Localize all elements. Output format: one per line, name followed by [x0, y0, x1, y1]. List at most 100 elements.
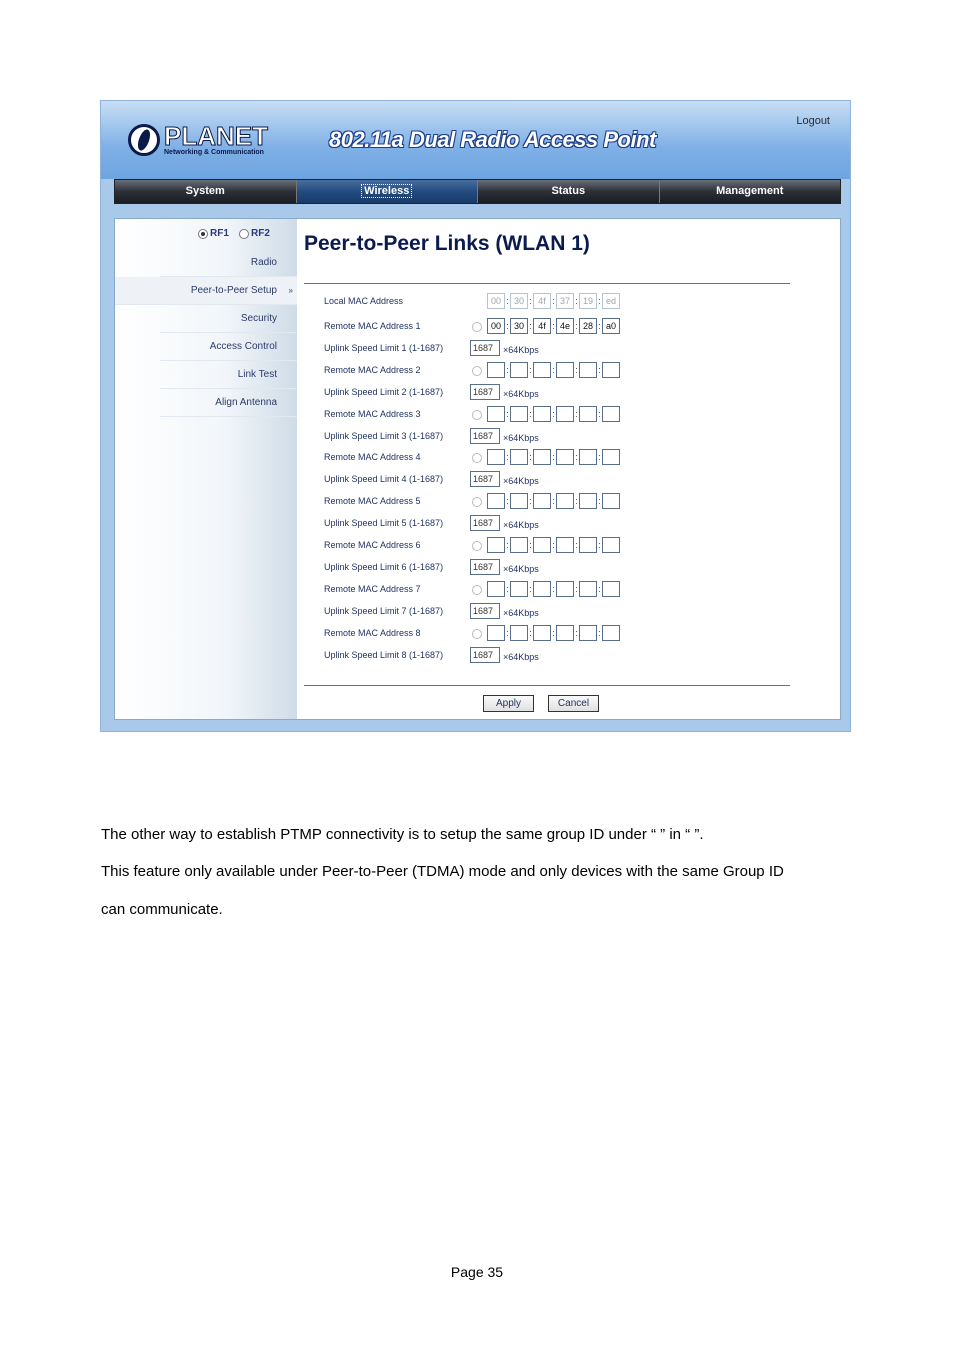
tab-management[interactable]: Management [660, 180, 841, 203]
remote-mac-1-octet-2[interactable]: 30 [510, 318, 528, 334]
cancel-button[interactable]: Cancel [548, 695, 599, 712]
sidebar-item-security[interactable]: Security [160, 305, 297, 333]
remote-mac-1-octet-6[interactable]: a0 [602, 318, 620, 334]
tab-system[interactable]: System [115, 180, 297, 203]
remote-mac-1-octet-5[interactable]: 28 [579, 318, 597, 334]
rf2-radio[interactable] [239, 228, 249, 239]
remote-mac-2-octet-4[interactable] [556, 362, 574, 378]
remote-mac-radio-7[interactable] [472, 585, 482, 595]
uplink-speed-input-4[interactable]: 1687 [470, 471, 500, 487]
paragraph-line-3: can communicate. [101, 901, 223, 918]
remote-mac-4-octet-2[interactable] [510, 449, 528, 465]
remote-mac-6-octet-2[interactable] [510, 537, 528, 553]
uplink-speed-input-2[interactable]: 1687 [470, 384, 500, 400]
remote-mac-1-octet-1[interactable]: 00 [487, 318, 505, 334]
local-mac-label: Local MAC Address [324, 296, 404, 306]
remote-mac-4-octet-4[interactable] [556, 449, 574, 465]
remote-mac-2-octet-6[interactable] [602, 362, 620, 378]
remote-mac-8-octet-3[interactable] [533, 625, 551, 641]
remote-mac-1-octet-3[interactable]: 4f [533, 318, 551, 334]
remote-mac-field-4: ::::: [487, 449, 620, 465]
logout-link[interactable]: Logout [796, 115, 830, 127]
remote-mac-3-octet-2[interactable] [510, 406, 528, 422]
uplink-speed-input-6[interactable]: 1687 [470, 559, 500, 575]
planet-logo-icon [128, 124, 160, 156]
remote-mac-6-octet-5[interactable] [579, 537, 597, 553]
remote-mac-5-octet-2[interactable] [510, 493, 528, 509]
remote-mac-5-octet-3[interactable] [533, 493, 551, 509]
remote-mac-3-octet-5[interactable] [579, 406, 597, 422]
uplink-speed-input-7[interactable]: 1687 [470, 603, 500, 619]
remote-mac-3-octet-6[interactable] [602, 406, 620, 422]
remote-mac-5-octet-6[interactable] [602, 493, 620, 509]
remote-mac-5-octet-1[interactable] [487, 493, 505, 509]
rf1-radio[interactable] [198, 228, 208, 239]
remote-mac-5-octet-4[interactable] [556, 493, 574, 509]
remote-mac-1-octet-4[interactable]: 4e [556, 318, 574, 334]
logo-subtitle: Networking & Communication [164, 149, 264, 156]
remote-mac-radio-5[interactable] [472, 497, 482, 507]
remote-mac-6-octet-4[interactable] [556, 537, 574, 553]
rf2-option[interactable]: RF2 [239, 228, 270, 239]
remote-mac-radio-2[interactable] [472, 366, 482, 376]
remote-mac-radio-1[interactable] [472, 322, 482, 332]
remote-mac-7-octet-4[interactable] [556, 581, 574, 597]
remote-mac-3-octet-1[interactable] [487, 406, 505, 422]
remote-mac-2-octet-3[interactable] [533, 362, 551, 378]
remote-mac-4-octet-3[interactable] [533, 449, 551, 465]
remote-mac-7-octet-2[interactable] [510, 581, 528, 597]
rf1-option[interactable]: RF1 [198, 228, 229, 239]
remote-mac-label-7: Remote MAC Address 7 [324, 584, 421, 594]
remote-mac-field-5: ::::: [487, 493, 620, 509]
sidebar: RF1 RF2 Radio Peer-to-Peer Setup» Securi… [115, 219, 297, 719]
remote-mac-7-octet-3[interactable] [533, 581, 551, 597]
remote-mac-3-octet-4[interactable] [556, 406, 574, 422]
remote-mac-4-octet-1[interactable] [487, 449, 505, 465]
remote-mac-3-octet-3[interactable] [533, 406, 551, 422]
sidebar-item-radio[interactable]: Radio [160, 249, 297, 277]
remote-mac-8-octet-4[interactable] [556, 625, 574, 641]
remote-mac-5-octet-5[interactable] [579, 493, 597, 509]
sidebar-item-peer-to-peer-setup[interactable]: Peer-to-Peer Setup» [115, 277, 297, 305]
remote-mac-2-octet-5[interactable] [579, 362, 597, 378]
remote-mac-2-octet-2[interactable] [510, 362, 528, 378]
uplink-speed-label-7: Uplink Speed Limit 7 (1-1687) [324, 606, 444, 616]
remote-mac-8-octet-6[interactable] [602, 625, 620, 641]
remote-mac-6-octet-3[interactable] [533, 537, 551, 553]
logo-word: PLANET [164, 121, 269, 151]
remote-mac-label-6: Remote MAC Address 6 [324, 540, 421, 550]
sidebar-item-link-test[interactable]: Link Test [160, 361, 297, 389]
sidebar-item-align-antenna[interactable]: Align Antenna [160, 389, 297, 417]
remote-mac-8-octet-1[interactable] [487, 625, 505, 641]
tab-status[interactable]: Status [478, 180, 660, 203]
remote-mac-7-octet-1[interactable] [487, 581, 505, 597]
apply-button[interactable]: Apply [483, 695, 534, 712]
remote-mac-radio-6[interactable] [472, 541, 482, 551]
remote-mac-field-2: ::::: [487, 362, 620, 378]
remote-mac-radio-4[interactable] [472, 453, 482, 463]
local-mac-octet-4: 37 [556, 293, 574, 309]
uplink-speed-input-5[interactable]: 1687 [470, 515, 500, 531]
remote-mac-radio-3[interactable] [472, 410, 482, 420]
uplink-speed-input-3[interactable]: 1687 [470, 428, 500, 444]
tab-wireless[interactable]: Wireless [296, 180, 478, 203]
remote-mac-7-octet-5[interactable] [579, 581, 597, 597]
uplink-speed-input-8[interactable]: 1687 [470, 647, 500, 663]
sidebar-item-access-control[interactable]: Access Control [160, 333, 297, 361]
speed-unit-label: ×64Kbps [503, 608, 539, 618]
remote-mac-6-octet-6[interactable] [602, 537, 620, 553]
remote-mac-8-octet-5[interactable] [579, 625, 597, 641]
speed-unit-label: ×64Kbps [503, 520, 539, 530]
remote-mac-4-octet-5[interactable] [579, 449, 597, 465]
product-title: 802.11a Dual Radio Access Point [329, 127, 656, 152]
remote-mac-label-2: Remote MAC Address 2 [324, 365, 421, 375]
uplink-speed-label-6: Uplink Speed Limit 6 (1-1687) [324, 562, 444, 572]
remote-mac-6-octet-1[interactable] [487, 537, 505, 553]
remote-mac-4-octet-6[interactable] [602, 449, 620, 465]
remote-mac-2-octet-1[interactable] [487, 362, 505, 378]
remote-mac-8-octet-2[interactable] [510, 625, 528, 641]
divider-top [304, 283, 790, 284]
remote-mac-radio-8[interactable] [472, 629, 482, 639]
uplink-speed-input-1[interactable]: 1687 [470, 340, 500, 356]
remote-mac-7-octet-6[interactable] [602, 581, 620, 597]
